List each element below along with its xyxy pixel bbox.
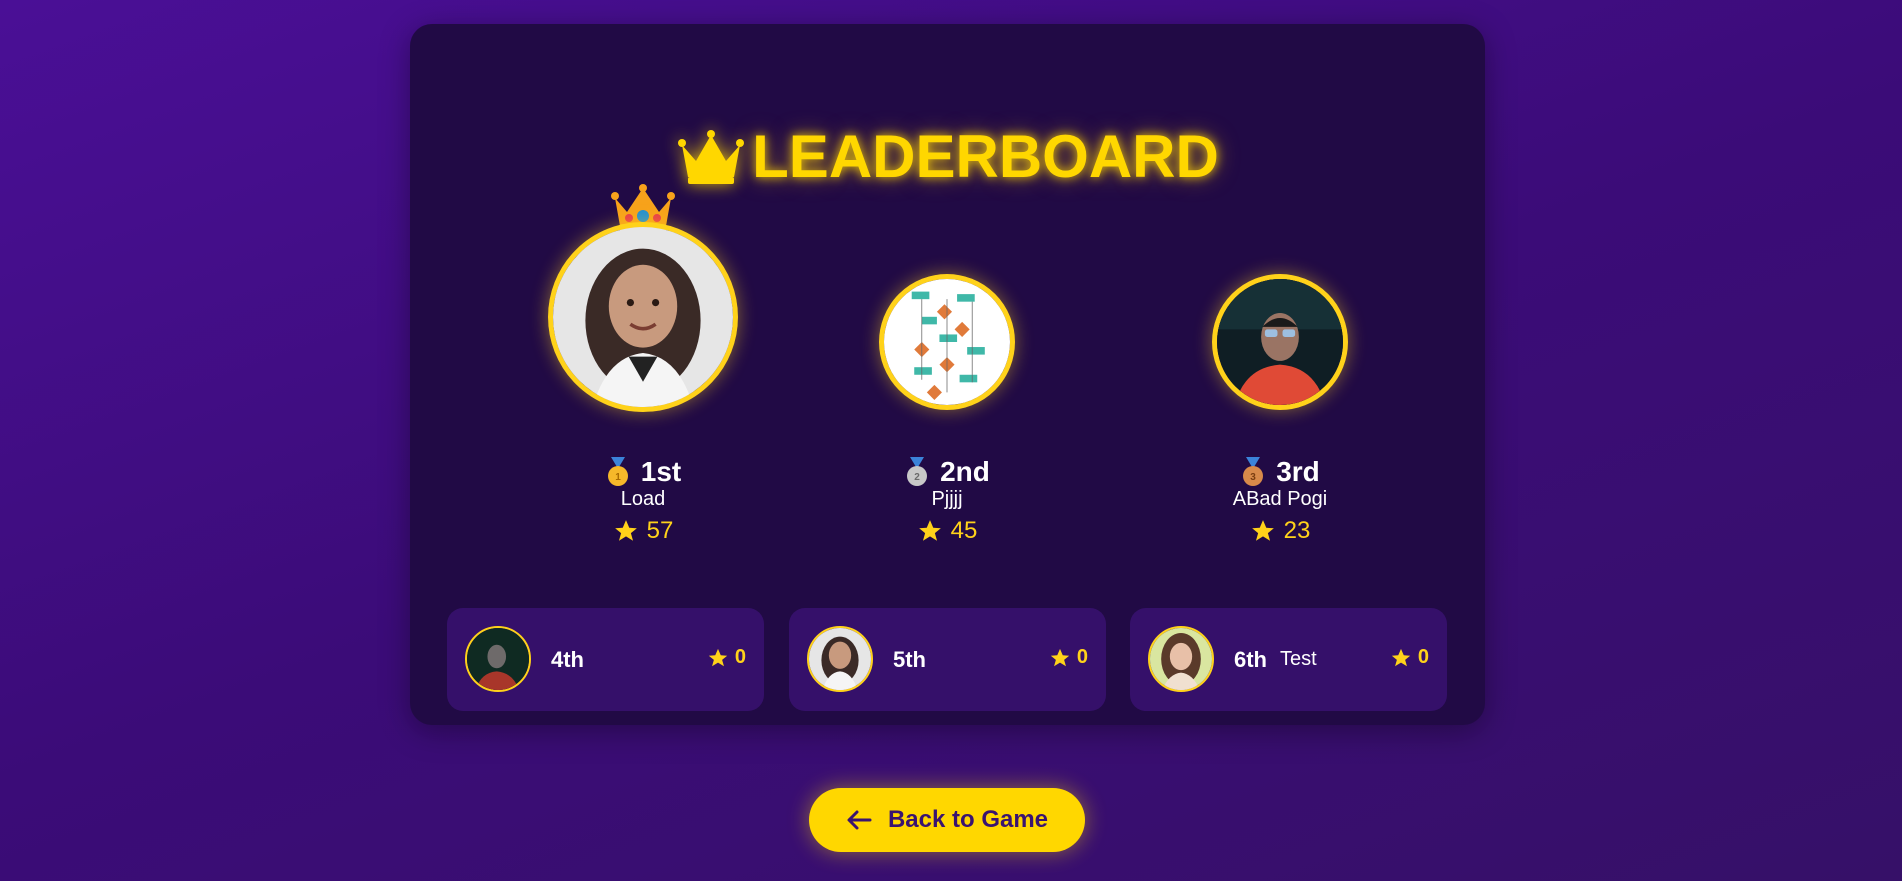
leaderboard-card: LEADERBOARD 1 1st Load 57 2 2nd Pjjjj 45… [410,24,1485,725]
player-score: 45 [817,517,1077,545]
avatar [807,626,873,692]
crown-icon [678,129,745,184]
svg-text:2: 2 [914,472,920,483]
player-score: 57 [513,517,773,545]
avatar [548,222,738,412]
back-to-game-label: Back to Game [887,806,1049,833]
rank-label: 5th [893,647,926,672]
rank-line: 2 2nd [817,456,1077,488]
avatar [879,274,1015,410]
score-value: 45 [950,517,978,544]
score-value: 57 [646,517,674,544]
score-value: 0 [1076,646,1088,668]
list-item: 4th 0 [447,608,764,711]
rank-line: 3 3rd [1150,456,1410,488]
player-name: ABad Pogi [1232,488,1328,510]
star-icon [614,520,637,541]
player-name: Test [1280,648,1317,670]
star-icon [1050,648,1070,666]
rank-label: 4th [551,647,584,672]
leaderboard-title: LEADERBOARD [410,122,1485,191]
score-value: 23 [1283,517,1311,544]
player-score: 0 [707,646,746,669]
gold-medal-icon: 1 [607,457,628,486]
rank-label: 6th [1234,647,1267,672]
back-to-game-button[interactable]: Back to Game [809,788,1085,852]
player-name: Load [620,488,666,510]
avatar [465,626,531,692]
score-value: 0 [734,646,746,668]
list-item: 5th 0 [789,608,1106,711]
player-name: Pjjjj [931,488,963,510]
rank-line: 1 1st [513,456,773,488]
player-score: 0 [1390,646,1429,669]
avatar [1148,626,1214,692]
rank-label: 3rd [1276,456,1320,487]
star-icon [1391,648,1411,666]
list-item: 6th Test 0 [1130,608,1447,711]
star-icon [1251,520,1274,541]
bronze-medal-icon: 3 [1243,457,1264,486]
rank-label: 1st [640,456,682,487]
title-text: LEADERBOARD [752,123,1219,190]
svg-text:3: 3 [1250,472,1256,483]
rank-label: 2nd [940,456,990,487]
player-score: 0 [1049,646,1088,669]
player-score: 23 [1150,517,1410,545]
svg-text:1: 1 [615,472,621,483]
avatar [1212,274,1348,410]
star-icon [918,520,941,541]
score-value: 0 [1417,646,1429,668]
star-icon [708,648,728,666]
silver-medal-icon: 2 [907,457,928,486]
arrow-left-icon [847,810,872,830]
